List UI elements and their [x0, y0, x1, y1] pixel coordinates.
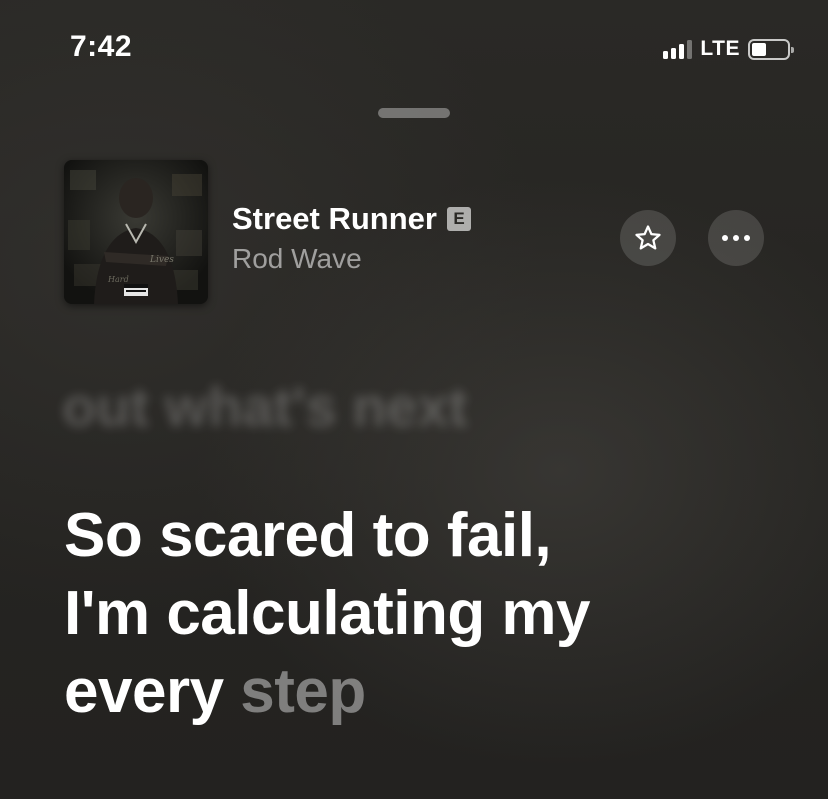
lyric-line-active: every step [64, 653, 784, 731]
lyric-upcoming-word: step [240, 657, 366, 726]
star-icon [635, 225, 661, 250]
lyric-current-verse[interactable]: So scared to fail, I'm calculating my ev… [64, 497, 784, 731]
svg-text:Lives: Lives [149, 255, 174, 265]
song-title-row[interactable]: Street Runner E [232, 201, 471, 237]
lyric-line: I'm calculating my [64, 579, 591, 648]
album-artwork[interactable]: Lives Hard [64, 160, 208, 304]
network-type: LTE [700, 37, 740, 60]
album-artwork-image: Lives Hard [64, 160, 208, 304]
explicit-badge: E [446, 207, 471, 231]
more-options-button[interactable] [708, 210, 764, 266]
lyric-line: So scared to fail, [64, 501, 552, 570]
sheet-grabber[interactable] [378, 108, 450, 118]
artist-name[interactable]: Rod Wave [232, 243, 362, 275]
lyrics-screen: 7:42 LTE Lives Hard Street Runner E Rod … [0, 0, 828, 799]
favorite-button[interactable] [620, 210, 676, 266]
svg-text:Hard: Hard [107, 275, 129, 284]
lyric-sung-word: every [64, 657, 224, 726]
battery-icon [748, 38, 794, 60]
song-title: Street Runner [232, 201, 437, 236]
cellular-signal-icon [663, 39, 693, 59]
lyric-previous-line[interactable]: out what's next [62, 374, 467, 439]
status-time: 7:42 [70, 30, 133, 63]
status-indicators: LTE [663, 36, 794, 62]
ellipsis-icon [722, 235, 750, 241]
